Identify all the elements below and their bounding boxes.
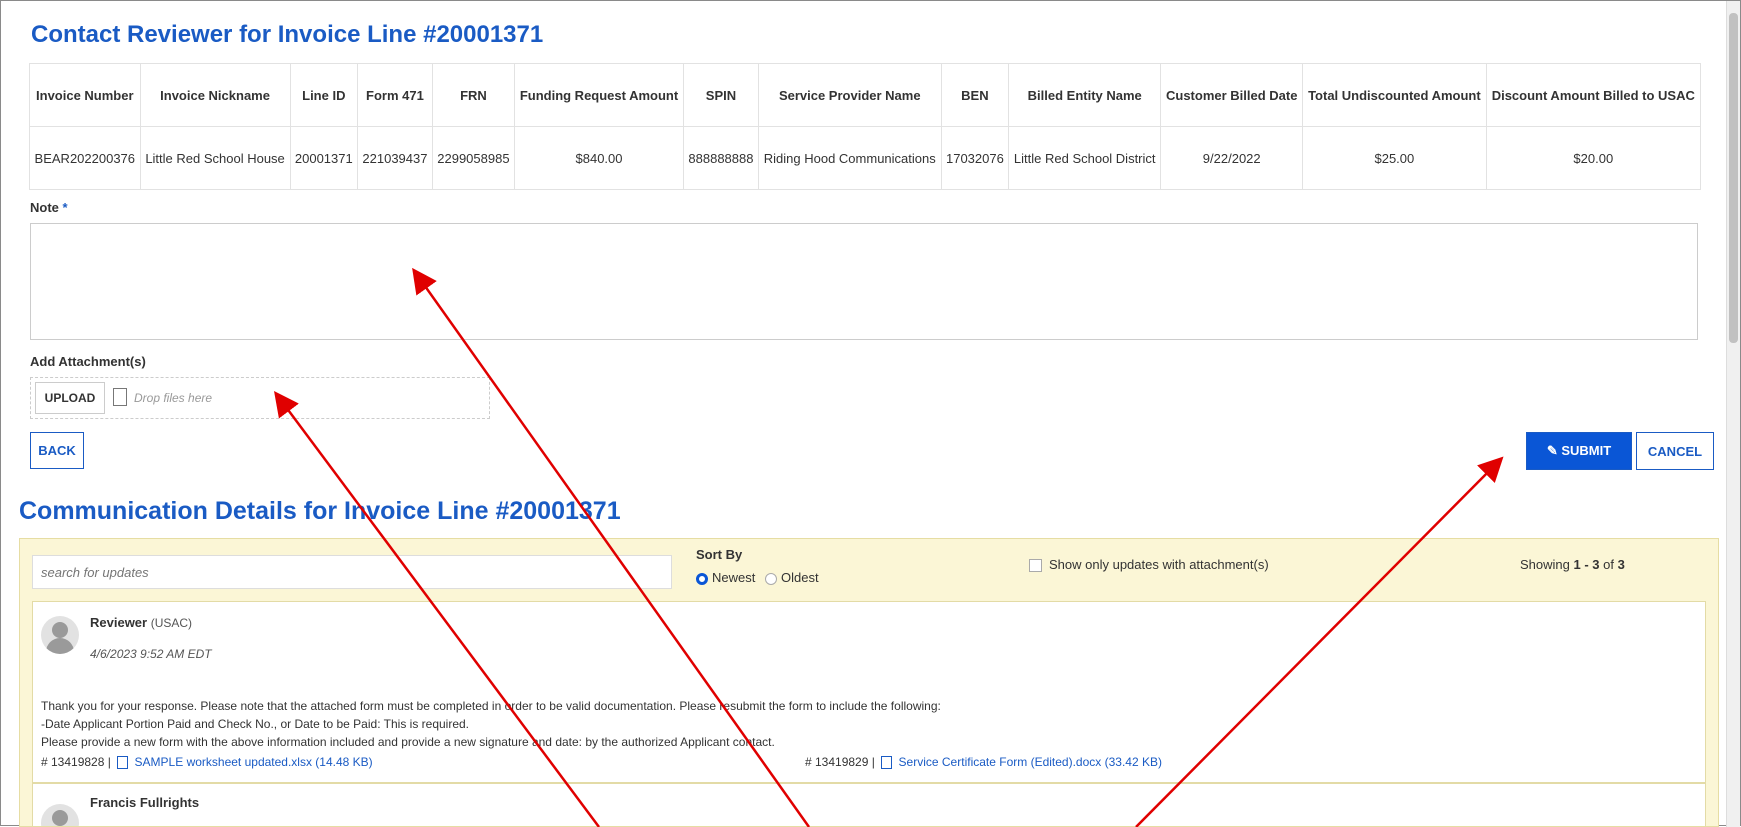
col-billed-entity-name: Billed Entity Name	[1008, 63, 1162, 127]
update-message: Thank you for your response. Please note…	[41, 697, 941, 751]
cell-invoice-nickname: Little Red School House	[139, 126, 291, 190]
attachment-item: # 13419828 | SAMPLE worksheet updated.xl…	[41, 755, 373, 770]
attachment-id: # 13419829 |	[805, 755, 875, 769]
attachment-id: # 13419828 |	[41, 755, 111, 769]
cell-form-471: 221039437	[357, 126, 433, 190]
col-service-provider-name: Service Provider Name	[757, 63, 942, 127]
submit-label: SUBMIT	[1561, 443, 1612, 458]
cell-customer-billed-date: 9/22/2022	[1160, 126, 1304, 190]
attachment-drop-zone[interactable]: UPLOAD Drop files here	[30, 377, 490, 419]
table-row: BEAR202200376 Little Red School House 20…	[29, 126, 1702, 190]
col-total-undiscounted-amount: Total Undiscounted Amount	[1302, 63, 1487, 127]
sort-oldest-radio[interactable]	[764, 572, 777, 585]
page-frame: Contact Reviewer for Invoice Line #20001…	[0, 0, 1741, 827]
showing-of: of	[1599, 557, 1618, 572]
showing-total: 3	[1617, 557, 1625, 572]
cell-total-undiscounted-amount: $25.00	[1302, 126, 1487, 190]
col-line-id: Line ID	[289, 63, 359, 127]
communication-panel: Sort By Newest Oldest Show only updates …	[19, 538, 1719, 827]
results-count: Showing 1 - 3 of 3	[1520, 557, 1625, 572]
cell-invoice-number: BEAR202200376	[29, 126, 141, 190]
table-header-row: Invoice Number Invoice Nickname Line ID …	[29, 63, 1702, 127]
communication-details-title: Communication Details for Invoice Line #…	[19, 497, 621, 525]
note-label-text: Note	[30, 200, 59, 215]
note-textarea[interactable]	[30, 223, 1698, 340]
pencil-icon: ✎	[1546, 443, 1558, 458]
showing-prefix: Showing	[1520, 557, 1574, 572]
scrollbar-thumb[interactable]	[1729, 13, 1738, 343]
cell-service-provider-name: Riding Hood Communications	[757, 126, 942, 190]
cell-ben: 17032076	[940, 126, 1010, 190]
list-item: Reviewer (USAC) 4/6/2023 9:52 AM EDT Tha…	[32, 601, 1706, 783]
cell-frn: 2299058985	[431, 126, 515, 190]
cell-discount-amount: $20.00	[1485, 126, 1702, 190]
col-invoice-number: Invoice Number	[29, 63, 141, 127]
sort-oldest-label[interactable]: Oldest	[781, 570, 819, 585]
cell-funding-request-amount: $840.00	[513, 126, 685, 190]
author-name: Reviewer	[90, 615, 148, 630]
col-discount-amount: Discount Amount Billed to USAC	[1485, 63, 1702, 127]
note-label: Note *	[30, 200, 68, 215]
message-line: Please provide a new form with the above…	[41, 735, 775, 749]
required-mark: *	[62, 200, 68, 215]
col-frn: FRN	[431, 63, 515, 127]
col-invoice-nickname: Invoice Nickname	[139, 63, 291, 127]
file-drop-icon	[113, 388, 127, 406]
excel-file-icon	[117, 756, 129, 770]
word-file-icon	[881, 756, 893, 770]
col-form-471: Form 471	[357, 63, 433, 127]
author-org: (USAC)	[150, 616, 193, 630]
back-button[interactable]: BACK	[30, 432, 84, 469]
update-author: Reviewer (USAC)	[90, 615, 192, 630]
attachment-filter-checkbox[interactable]	[1029, 559, 1042, 572]
cell-billed-entity-name: Little Red School District	[1008, 126, 1162, 190]
update-author: Francis Fullrights	[90, 795, 199, 810]
submit-button[interactable]: ✎ SUBMIT	[1526, 432, 1632, 470]
vertical-scrollbar[interactable]	[1726, 1, 1740, 827]
col-funding-request-amount: Funding Request Amount	[513, 63, 685, 127]
sort-by-label: Sort By	[696, 547, 743, 562]
page-title: Contact Reviewer for Invoice Line #20001…	[31, 21, 544, 48]
avatar	[41, 616, 79, 654]
sort-newest-label[interactable]: Newest	[712, 570, 755, 585]
update-timestamp: 4/6/2023 9:52 AM EDT	[90, 647, 212, 661]
list-item: Francis Fullrights	[32, 783, 1706, 826]
attachments-label: Add Attachment(s)	[30, 354, 146, 369]
sort-options: Newest Oldest	[696, 570, 819, 585]
sort-newest-radio[interactable]	[696, 572, 708, 585]
upload-button[interactable]: UPLOAD	[35, 382, 105, 414]
message-line: Thank you for your response. Please note…	[41, 699, 941, 713]
drop-files-hint: Drop files here	[134, 391, 213, 405]
attachment-link[interactable]: Service Certificate Form (Edited).docx (…	[899, 755, 1162, 769]
attachment-item: # 13419829 | Service Certificate Form (E…	[805, 755, 1162, 770]
message-line: -Date Applicant Portion Paid and Check N…	[41, 717, 470, 731]
search-updates-input[interactable]	[32, 555, 672, 589]
cell-line-id: 20001371	[289, 126, 359, 190]
col-customer-billed-date: Customer Billed Date	[1160, 63, 1304, 127]
invoice-line-table: Invoice Number Invoice Nickname Line ID …	[29, 63, 1702, 190]
col-spin: SPIN	[683, 63, 759, 127]
showing-range: 1 - 3	[1573, 557, 1600, 572]
avatar	[41, 804, 79, 826]
cancel-button[interactable]: CANCEL	[1636, 432, 1714, 470]
cell-spin: 888888888	[683, 126, 759, 190]
attachment-filter-label[interactable]: Show only updates with attachment(s)	[1049, 557, 1269, 572]
attachment-link[interactable]: SAMPLE worksheet updated.xlsx (14.48 KB)	[135, 755, 373, 769]
col-ben: BEN	[940, 63, 1010, 127]
author-name: Francis Fullrights	[90, 795, 200, 810]
